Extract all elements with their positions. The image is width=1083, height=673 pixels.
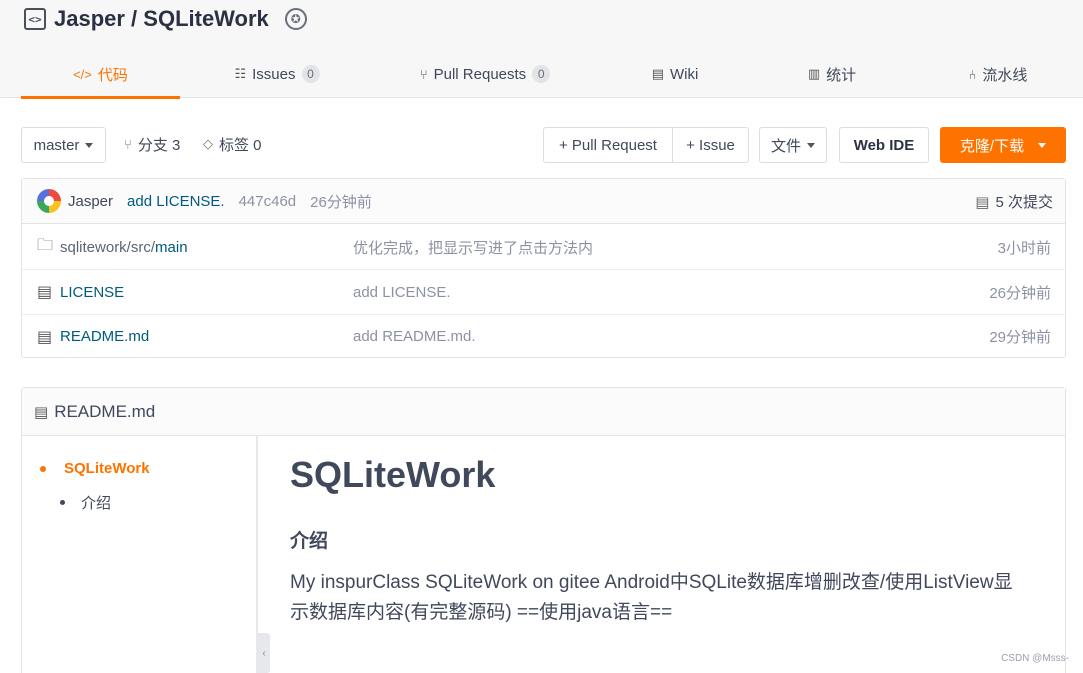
file-commit-time: 29分钟前 — [989, 329, 1051, 346]
table-row: ▤ LICENSE add LICENSE. 26分钟前 — [22, 270, 1065, 315]
recommend-badge-icon[interactable]: ✪ — [284, 8, 307, 30]
new-pull-request-label: + Pull Request — [559, 136, 657, 154]
issues-count-badge: 0 — [301, 65, 320, 83]
file-list: Jasper add LICENSE. 447c46d 26分钟前 ▤ 5 次提… — [21, 178, 1066, 358]
table-row: ▤ README.md add README.md. 29分钟前 — [22, 314, 1065, 359]
tab-statistics-label: 统计 — [826, 66, 857, 84]
tab-statistics[interactable]: ▥ 统计 — [796, 50, 868, 98]
commit-author[interactable]: Jasper — [68, 193, 113, 210]
clone-download-button[interactable]: 克隆/下载 — [940, 127, 1066, 163]
new-issue-button[interactable]: + Issue — [672, 127, 749, 163]
tab-pull-requests[interactable]: ⑂ Pull Requests 0 — [404, 50, 566, 98]
code-bracket-icon: <> — [24, 8, 46, 30]
files-dropdown[interactable]: 文件 — [759, 127, 827, 163]
repo-header: <> Jasper / SQLiteWork ✪ </> 代码 ☷ Issues… — [0, 0, 1083, 99]
readme-header: ▤ README.md — [22, 388, 1065, 436]
branches-link[interactable]: ⑂ 分支 3 — [124, 126, 180, 162]
readme-filename: README.md — [54, 401, 156, 421]
chevron-left-icon: ‹ — [262, 647, 266, 659]
tag-icon: ◇ — [203, 136, 213, 151]
file-icon: ▤ — [37, 328, 53, 346]
avatar[interactable] — [37, 189, 61, 213]
tab-issues-label: Issues — [252, 65, 296, 83]
code-icon: </> — [73, 66, 92, 82]
readme-panel: ▤ README.md SQLiteWork 介绍 ‹ SQLiteWork 介… — [21, 387, 1066, 673]
readme-toc: SQLiteWork 介绍 ‹ — [22, 436, 270, 673]
commit-history-icon: ▤ — [975, 193, 990, 211]
watermark: CSDN @Msss- — [1001, 653, 1069, 664]
tab-pull-requests-label: Pull Requests — [433, 65, 527, 83]
chevron-down-icon — [85, 142, 94, 148]
chevron-down-icon — [1038, 142, 1047, 148]
tab-code-label: 代码 — [97, 66, 128, 84]
table-row: 🗀 sqlitework/src/main 优化完成，把显示写进了点击方法内 3… — [22, 225, 1065, 270]
files-dropdown-label: 文件 — [770, 137, 801, 155]
readme-paragraph: My inspurClass SQLiteWork on gitee Andro… — [290, 572, 1013, 623]
repo-path-link[interactable]: Jasper / SQLiteWork — [54, 6, 269, 32]
file-name-link[interactable]: sqlitework/src/main — [60, 239, 188, 256]
bullet-icon — [40, 465, 46, 472]
toc-item[interactable]: 介绍 — [60, 492, 111, 513]
tab-wiki-label: Wiki — [669, 65, 699, 83]
branch-select-label: master — [33, 136, 80, 154]
commit-sha[interactable]: 447c46d — [239, 193, 297, 210]
folder-icon: 🗀 — [37, 236, 54, 254]
tab-pipeline-label: 流水线 — [982, 66, 1028, 84]
branches-count: 分支 3 — [137, 136, 181, 154]
toc-item-label: SQLiteWork — [64, 460, 150, 477]
file-icon: ▤ — [34, 403, 49, 421]
pipeline-icon: ⑃ — [968, 66, 977, 82]
branch-icon: ⑂ — [124, 136, 132, 152]
tab-code[interactable]: </> 代码 — [21, 50, 180, 99]
toc-collapse-handle[interactable]: ‹ — [258, 633, 270, 673]
file-path-prefix: sqlitework/src/ — [60, 238, 156, 256]
readme-title: SQLiteWork — [290, 454, 496, 495]
issues-icon: ☷ — [234, 66, 247, 81]
file-name-link[interactable]: LICENSE — [60, 284, 124, 301]
pull-requests-count-badge: 0 — [532, 65, 551, 83]
web-ide-button[interactable]: Web IDE — [839, 127, 929, 163]
tags-link[interactable]: ◇ 标签 0 — [203, 126, 262, 162]
file-commit-time: 26分钟前 — [989, 284, 1051, 302]
file-commit-time: 3小时前 — [997, 239, 1051, 257]
file-icon: ▤ — [37, 284, 53, 301]
repo-tabs: </> 代码 ☷ Issues 0 ⑂ Pull Requests 0 ▤ Wi… — [0, 50, 1083, 99]
repo-title: <> Jasper / SQLiteWork ✪ — [24, 4, 307, 34]
branch-select[interactable]: master — [21, 127, 106, 163]
pull-request-icon: ⑂ — [419, 66, 428, 82]
commit-count-link[interactable]: ▤ 5 次提交 — [975, 179, 1053, 224]
file-name-link[interactable]: README.md — [60, 328, 149, 345]
latest-commit-bar: Jasper add LICENSE. 447c46d 26分钟前 ▤ 5 次提… — [22, 179, 1065, 224]
file-name: main — [155, 238, 188, 256]
chevron-down-icon — [807, 142, 815, 148]
bar-chart-icon: ▥ — [807, 66, 821, 81]
bullet-icon — [60, 500, 65, 505]
commit-count: 5 次提交 — [995, 194, 1053, 211]
tab-pipeline[interactable]: ⑃ 流水线 — [952, 50, 1044, 98]
file-commit-message[interactable]: 优化完成，把显示写进了点击方法内 — [353, 237, 593, 258]
tab-wiki[interactable]: ▤ Wiki — [638, 50, 712, 98]
commit-time: 26分钟前 — [310, 193, 372, 211]
file-commit-message[interactable]: add LICENSE. — [353, 284, 451, 301]
new-pull-request-button[interactable]: + Pull Request — [543, 127, 673, 163]
tags-count: 标签 0 — [219, 136, 262, 154]
new-issue-label: + Issue — [686, 136, 735, 154]
clone-download-label: 克隆/下载 — [959, 137, 1025, 155]
commit-message[interactable]: add LICENSE. — [127, 193, 225, 210]
wiki-book-icon: ▤ — [651, 66, 664, 81]
file-commit-message[interactable]: add README.md. — [353, 328, 476, 345]
web-ide-label: Web IDE — [853, 136, 915, 154]
tab-issues[interactable]: ☷ Issues 0 — [222, 50, 332, 98]
toc-item-label: 介绍 — [81, 495, 112, 512]
readme-section-heading: 介绍 — [290, 531, 329, 552]
toc-item[interactable]: SQLiteWork — [40, 460, 150, 477]
